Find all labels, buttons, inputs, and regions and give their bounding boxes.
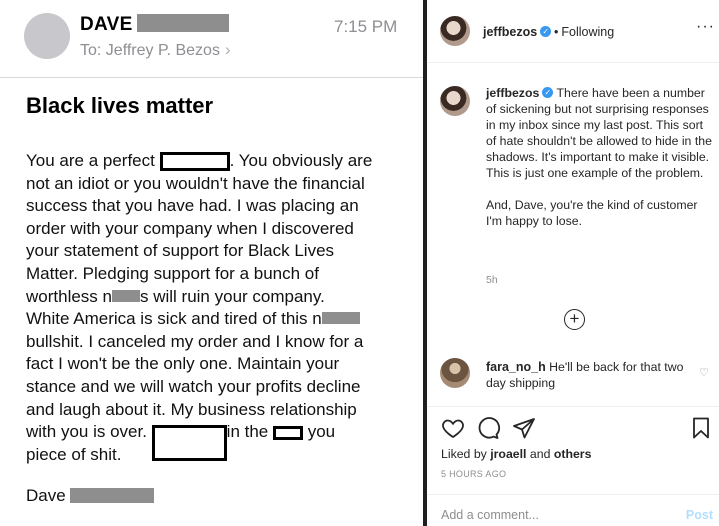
body-line: your statement of support for Black Live…	[26, 241, 335, 261]
sender-avatar	[24, 13, 70, 59]
post-timestamp: 5 HOURS AGO	[441, 469, 507, 479]
post-button[interactable]: Post	[686, 508, 713, 522]
share-icon[interactable]	[512, 416, 536, 440]
likes-user-link[interactable]: jroaell	[490, 447, 526, 461]
body-line: not an idiot or you wouldn't have the fi…	[26, 173, 365, 193]
body-line: stance and we will watch your profits de…	[26, 376, 361, 396]
instagram-post-panel: jeffbezos ✓ • Following ··· jeffbezos ✓ The…	[427, 0, 719, 526]
bookmark-icon[interactable]	[689, 416, 713, 440]
following-button[interactable]: • Following	[554, 25, 614, 39]
comment-username[interactable]: fara_no_h	[486, 360, 546, 374]
caption-timestamp: 5h	[486, 274, 498, 286]
email-signoff: Dave	[26, 486, 154, 506]
divider	[427, 406, 719, 407]
body-line: and laugh about it. My business relation…	[26, 399, 357, 419]
email-screenshot: DAVE 7:15 PM To: Jeffrey P. Bezos › Black…	[0, 0, 423, 526]
redaction-bar	[136, 14, 229, 33]
heart-icon[interactable]	[441, 416, 465, 440]
load-more-comments-icon[interactable]: +	[564, 309, 585, 330]
heart-icon[interactable]: ♡	[699, 366, 709, 379]
avatar[interactable]	[440, 16, 470, 46]
redaction-bar	[321, 312, 360, 325]
body-line: fact I won't be the only one. Maintain y…	[26, 354, 340, 374]
more-options-icon[interactable]: ···	[696, 18, 715, 36]
post-header: jeffbezos ✓ • Following ···	[427, 0, 719, 63]
avatar[interactable]	[440, 86, 470, 116]
body-line: bullshit. I canceled my order and I know…	[26, 331, 364, 351]
chevron-right-icon: ›	[224, 40, 231, 59]
body-line: order with your company when I discovere…	[26, 218, 354, 238]
redaction-bar	[69, 487, 154, 503]
email-body: You are a perfect . You obviously are no…	[26, 150, 401, 466]
redaction-box	[159, 152, 230, 172]
redaction-box	[151, 425, 227, 462]
caption-body-2: And, Dave, you're the kind of customer I…	[486, 198, 698, 228]
header-username[interactable]: jeffbezos ✓	[483, 25, 552, 39]
divider	[0, 77, 423, 78]
body-line: with you is over. in the you	[26, 421, 401, 462]
likes-summary: Liked by jroaell and others	[441, 447, 592, 461]
body-line: White America is sick and tired of this …	[26, 308, 401, 331]
email-subject: Black lives matter	[26, 93, 214, 118]
sender-name-text: DAVE	[80, 14, 133, 35]
comment-input[interactable]: Add a comment...	[441, 508, 539, 522]
to-label: To:	[80, 42, 102, 59]
caption-body: There have been a number of sickening bu…	[486, 86, 712, 180]
avatar[interactable]	[440, 358, 470, 388]
redaction-box	[272, 425, 303, 440]
recipient-line[interactable]: To: Jeffrey P. Bezos ›	[80, 40, 231, 60]
body-line: success that you have had. I was placing…	[26, 196, 359, 216]
comment-icon[interactable]	[476, 416, 500, 440]
body-line: You are a perfect . You obviously are	[26, 151, 373, 172]
email-time: 7:15 PM	[334, 17, 398, 36]
caption-text: jeffbezos ✓ There have been a number of s…	[486, 85, 714, 229]
verified-badge-icon: ✓	[542, 87, 554, 99]
comment-text: fara_no_h He'll be back for that two day…	[486, 359, 686, 391]
sender-name: DAVE	[80, 14, 229, 36]
likes-others-link[interactable]: others	[554, 447, 592, 461]
redaction-bar	[111, 289, 140, 302]
divider	[427, 494, 719, 495]
verified-badge-icon: ✓	[540, 26, 552, 38]
caption-username[interactable]: jeffbezos ✓	[486, 86, 554, 100]
body-line: Matter. Pledging support for a bunch of	[26, 263, 319, 283]
recipient-name: Jeffrey P. Bezos	[105, 42, 220, 59]
body-line: worthless ns will ruin your company.	[26, 286, 325, 306]
